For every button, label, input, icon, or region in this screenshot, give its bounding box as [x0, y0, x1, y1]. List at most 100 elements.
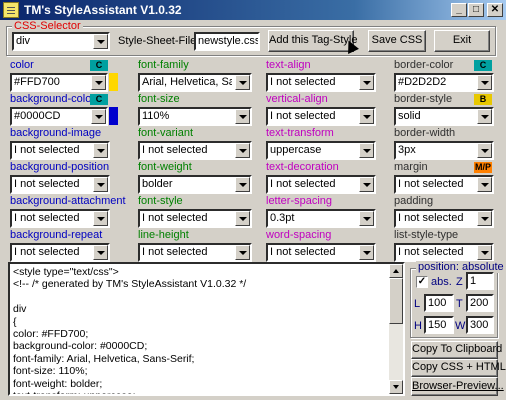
- abs-label: abs.: [431, 276, 452, 288]
- border-width-select[interactable]: 3px: [394, 141, 494, 160]
- copy-css-html-button[interactable]: Copy CSS + HTML: [411, 359, 506, 377]
- chevron-down-icon[interactable]: [235, 75, 250, 90]
- chevron-down-icon[interactable]: [91, 109, 106, 124]
- background-image-select[interactable]: I not selected: [10, 141, 110, 160]
- browser-preview-button[interactable]: Browser-Preview...: [411, 377, 504, 396]
- chevron-down-icon[interactable]: [93, 211, 108, 226]
- color-badge[interactable]: C: [90, 60, 108, 71]
- width-input[interactable]: 300: [466, 316, 494, 334]
- chevron-down-icon[interactable]: [91, 75, 106, 90]
- chevron-down-icon[interactable]: [235, 245, 250, 260]
- font-family-label: font-family: [138, 59, 189, 71]
- chevron-down-icon[interactable]: [93, 177, 108, 192]
- background-color-value: #0000CD: [14, 110, 61, 122]
- background-color-badge[interactable]: C: [90, 94, 108, 105]
- font-variant-select[interactable]: I not selected: [138, 141, 252, 160]
- background-repeat-select[interactable]: I not selected: [10, 243, 110, 262]
- chevron-down-icon[interactable]: [235, 177, 250, 192]
- border-color-badge[interactable]: C: [474, 60, 492, 71]
- color-swatch: [109, 73, 118, 91]
- font-size-select[interactable]: 110%: [138, 107, 252, 126]
- list-style-type-select[interactable]: I not selected: [394, 243, 494, 262]
- css-output-textarea[interactable]: <style type="text/css"> <!-- /* generated…: [8, 262, 405, 396]
- text-align-label: text-align: [266, 59, 311, 71]
- font-family-value: Arial, Helvetica, San: [142, 76, 232, 88]
- background-attachment-select[interactable]: I not selected: [10, 209, 110, 228]
- stylesheet-file-input[interactable]: newstyle.css: [194, 32, 260, 51]
- vertical-scrollbar[interactable]: [389, 264, 403, 394]
- tag-select[interactable]: div: [12, 32, 110, 51]
- height-input[interactable]: 150: [424, 316, 454, 334]
- left-input[interactable]: 100: [424, 294, 454, 312]
- chevron-down-icon[interactable]: [477, 75, 492, 90]
- chevron-down-icon[interactable]: [359, 143, 374, 158]
- background-color-label: background-color: [10, 93, 95, 105]
- add-tag-style-button[interactable]: Add this Tag-Style: [268, 30, 357, 52]
- save-css-button[interactable]: Save CSS: [368, 30, 426, 52]
- vertical-align-select[interactable]: I not selected: [266, 107, 376, 126]
- chevron-down-icon[interactable]: [477, 211, 492, 226]
- text-decoration-label: text-decoration: [266, 161, 339, 173]
- border-style-select[interactable]: solid: [394, 107, 494, 126]
- z-input[interactable]: 1: [466, 272, 494, 290]
- border-style-label: border-style: [394, 93, 453, 105]
- text-align-value: I not selected: [270, 76, 336, 88]
- border-color-value: #D2D2D2: [398, 76, 447, 88]
- copy-to-clipboard-button[interactable]: Copy To Clipboard: [411, 341, 502, 359]
- border-color-select[interactable]: #D2D2D2: [394, 73, 494, 92]
- background-color-select[interactable]: #0000CD: [10, 107, 108, 126]
- border-style-badge[interactable]: B: [474, 94, 492, 105]
- chevron-down-icon[interactable]: [477, 177, 492, 192]
- scroll-thumb[interactable]: [389, 278, 403, 324]
- background-position-label: background-position: [10, 161, 110, 173]
- chevron-down-icon[interactable]: [477, 109, 492, 124]
- letter-spacing-select[interactable]: 0.3pt: [266, 209, 376, 228]
- font-weight-select[interactable]: bolder: [138, 175, 252, 194]
- chevron-down-icon[interactable]: [93, 245, 108, 260]
- text-transform-value: uppercase: [270, 144, 322, 156]
- exit-button[interactable]: Exit: [434, 30, 490, 52]
- padding-select[interactable]: I not selected: [394, 209, 494, 228]
- chevron-down-icon[interactable]: [359, 211, 374, 226]
- minimize-button[interactable]: _: [451, 3, 467, 17]
- line-height-value: I not selected: [142, 246, 208, 258]
- color-select[interactable]: #FFD700: [10, 73, 108, 92]
- background-repeat-value: I not selected: [14, 246, 80, 258]
- chevron-down-icon[interactable]: [359, 245, 374, 260]
- text-decoration-select[interactable]: I not selected: [266, 175, 376, 194]
- scroll-up-icon[interactable]: [389, 264, 403, 278]
- maximize-button[interactable]: □: [468, 3, 484, 17]
- chevron-down-icon[interactable]: [359, 75, 374, 90]
- code-line: <!-- /* generated by TM's StyleAssistant…: [13, 278, 247, 291]
- chevron-down-icon[interactable]: [235, 211, 250, 226]
- font-family-select[interactable]: Arial, Helvetica, San: [138, 73, 252, 92]
- chevron-down-icon[interactable]: [93, 34, 108, 49]
- text-align-select[interactable]: I not selected: [266, 73, 376, 92]
- code-line: background-color: #0000CD;: [13, 340, 148, 353]
- border-width-value: 3px: [398, 144, 416, 156]
- vertical-align-label: vertical-align: [266, 93, 328, 105]
- chevron-down-icon[interactable]: [477, 245, 492, 260]
- close-button[interactable]: ✕: [487, 3, 503, 17]
- background-position-select[interactable]: I not selected: [10, 175, 110, 194]
- background-attachment-value: I not selected: [14, 212, 80, 224]
- abs-checkbox[interactable]: ✓: [416, 276, 428, 288]
- chevron-down-icon[interactable]: [235, 143, 250, 158]
- font-weight-label: font-weight: [138, 161, 192, 173]
- chevron-down-icon[interactable]: [359, 177, 374, 192]
- chevron-down-icon[interactable]: [235, 109, 250, 124]
- text-transform-select[interactable]: uppercase: [266, 141, 376, 160]
- margin-select[interactable]: I not selected: [394, 175, 494, 194]
- word-spacing-select[interactable]: I not selected: [266, 243, 376, 262]
- chevron-down-icon[interactable]: [477, 143, 492, 158]
- scroll-down-icon[interactable]: [389, 380, 403, 394]
- top-input[interactable]: 200: [466, 294, 494, 312]
- line-height-select[interactable]: I not selected: [138, 243, 252, 262]
- margin-badge[interactable]: M/P: [474, 162, 492, 173]
- border-style-value: solid: [398, 110, 421, 122]
- font-style-select[interactable]: I not selected: [138, 209, 252, 228]
- chevron-down-icon[interactable]: [93, 143, 108, 158]
- word-spacing-value: I not selected: [270, 246, 336, 258]
- chevron-down-icon[interactable]: [359, 109, 374, 124]
